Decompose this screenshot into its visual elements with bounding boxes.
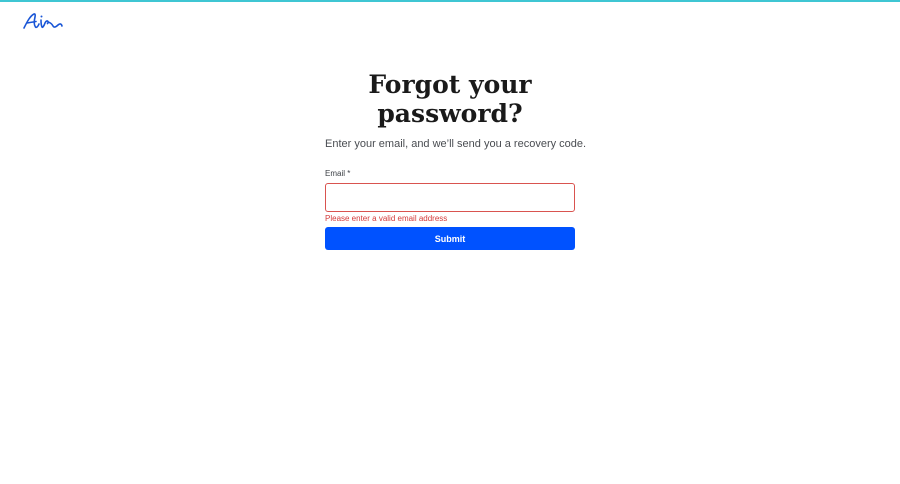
top-accent-bar xyxy=(0,0,900,2)
air-logo-link[interactable] xyxy=(22,11,64,31)
submit-button[interactable]: Submit xyxy=(325,227,575,250)
email-field-group: Email * Please enter a valid email addre… xyxy=(325,169,575,224)
page-title: Forgot your password? xyxy=(368,70,532,128)
email-label: Email * xyxy=(325,169,351,178)
email-input[interactable] xyxy=(325,183,575,212)
email-error-message: Please enter a valid email address xyxy=(325,214,448,223)
page-subtitle: Enter your email, and we’ll send you a r… xyxy=(325,138,587,150)
forgot-password-form: Forgot your password? Enter your email, … xyxy=(325,70,587,250)
air-script-logo-icon xyxy=(23,13,63,29)
